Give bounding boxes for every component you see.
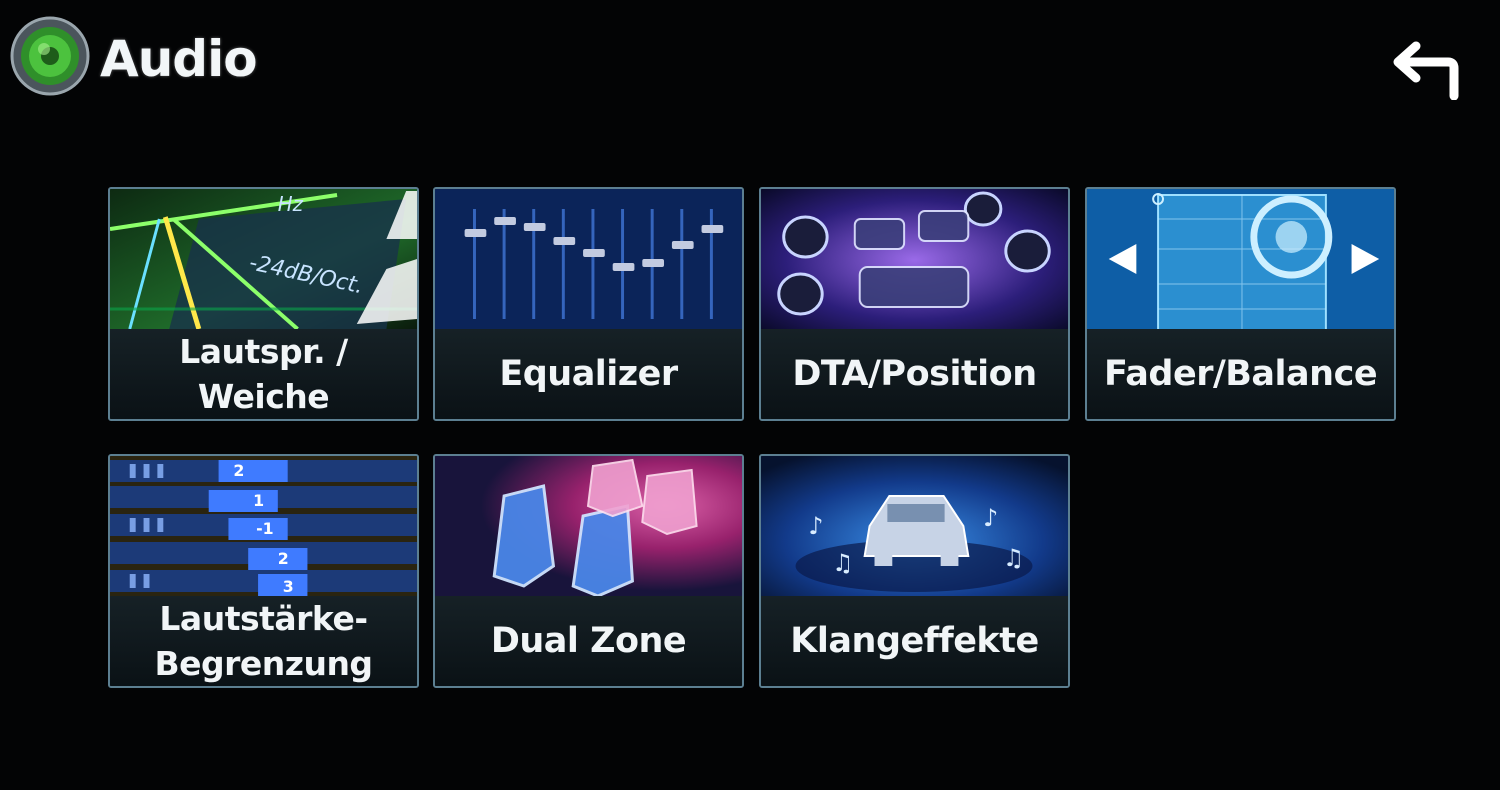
tile-equalizer[interactable]: Equalizer: [433, 187, 744, 421]
volume-limit-icon: 21-1 23: [110, 456, 417, 598]
page-title: Audio: [100, 30, 258, 88]
svg-text:-1: -1: [256, 519, 274, 538]
car-speakers-layout-icon: [761, 189, 1068, 331]
crossover-graph-icon: -24dB/Oct. Hz: [110, 189, 417, 331]
fader-balance-icon: [1087, 189, 1394, 331]
tile-label: DTA/Position: [761, 329, 1068, 419]
svg-text:2: 2: [233, 461, 244, 480]
header-bar: Audio: [0, 0, 1500, 140]
tile-label: Lautstärke- Begrenzung: [110, 596, 417, 686]
tile-label: Dual Zone: [435, 596, 742, 686]
tile-volume-limit[interactable]: 2 1 -1 23 Lautstärke- Begrenzung: [108, 454, 419, 688]
dual-zone-seats-icon: [435, 456, 742, 598]
svg-text:♪: ♪: [808, 512, 823, 540]
tile-fader-balance[interactable]: Fader/Balance: [1085, 187, 1396, 421]
back-arrow-icon[interactable]: [1388, 38, 1460, 100]
tile-sound-effects[interactable]: ♪ ♫ ♪ ♫ Klangeffekte: [759, 454, 1070, 688]
speaker-icon: [10, 16, 90, 96]
tile-label: Fader/Balance: [1087, 329, 1394, 419]
tile-speaker-crossover[interactable]: -24dB/Oct. Hz Lautspr. / Weiche: [108, 187, 419, 421]
tile-label: Lautspr. / Weiche: [110, 329, 417, 419]
tile-dual-zone[interactable]: Dual Zone: [433, 454, 744, 688]
tile-label: Equalizer: [435, 329, 742, 419]
equalizer-sliders-icon: [435, 189, 742, 331]
svg-text:♫: ♫: [832, 549, 853, 577]
svg-text:♪: ♪: [983, 504, 998, 532]
svg-text:1: 1: [253, 491, 264, 510]
svg-text:3: 3: [283, 577, 294, 596]
svg-text:♫: ♫: [1003, 544, 1024, 572]
tile-dta-position[interactable]: DTA/Position: [759, 187, 1070, 421]
tile-label: Klangeffekte: [761, 596, 1068, 686]
sound-effects-car-icon: ♪♫♪♫: [761, 456, 1068, 598]
svg-text:2: 2: [278, 549, 289, 568]
svg-text:Hz: Hz: [278, 193, 304, 216]
